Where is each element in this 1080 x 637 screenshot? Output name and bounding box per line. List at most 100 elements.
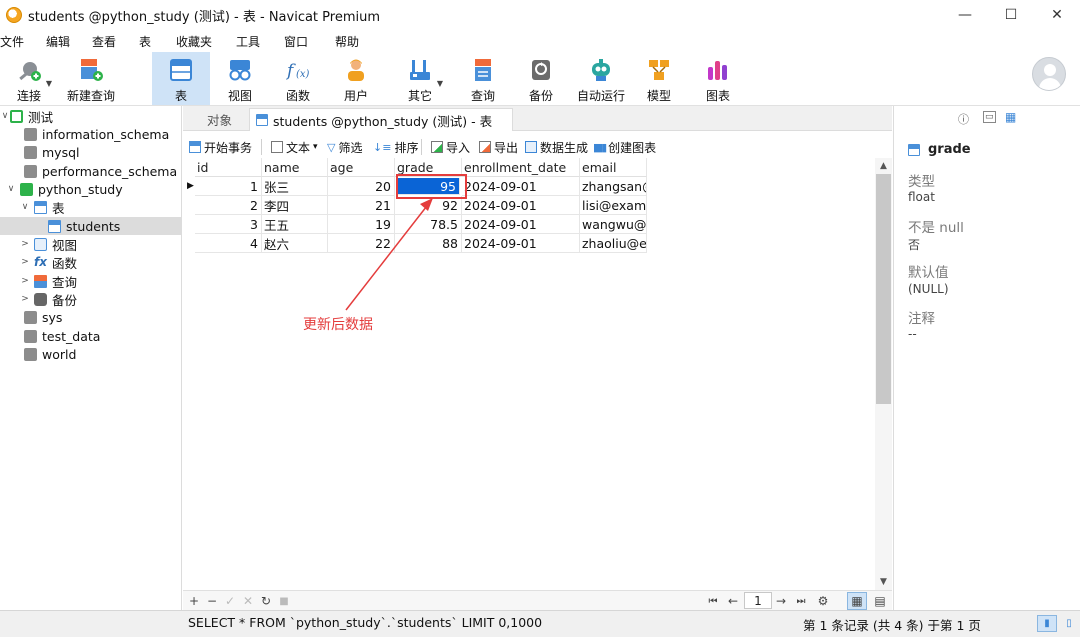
automation-button[interactable]: 自动运行	[575, 52, 627, 105]
tree-connection-test[interactable]: ∨ 测试	[0, 107, 181, 125]
filter-button[interactable]: ▽ 筛选	[327, 136, 362, 158]
tree-folder-queries[interactable]: > 查询	[0, 272, 181, 290]
scrollbar-thumb[interactable]	[876, 174, 891, 404]
column-header-id[interactable]: id	[195, 158, 262, 177]
close-button[interactable]: ✕	[1034, 0, 1080, 30]
import-button[interactable]: 导入	[431, 136, 470, 158]
table-cell[interactable]: 4	[195, 234, 262, 253]
table-button[interactable]: 表	[152, 52, 210, 105]
scroll-down-icon[interactable]: ▼	[875, 574, 892, 590]
sort-button[interactable]: ↓≡ 排序	[373, 136, 418, 158]
previous-page-button[interactable]: ←	[725, 592, 741, 610]
form-view-icon[interactable]: ▤	[871, 592, 889, 610]
function-button[interactable]: f (x) 函数	[276, 52, 320, 105]
expand-chevron-icon[interactable]: >	[20, 276, 30, 286]
last-page-button[interactable]: ⏭	[793, 592, 809, 610]
discard-changes-button[interactable]: ✕	[241, 592, 255, 610]
apply-changes-button[interactable]: ✓	[223, 592, 237, 610]
table-cell[interactable]: 张三	[262, 177, 328, 196]
column-header-age[interactable]: age	[328, 158, 395, 177]
table-cell[interactable]: 赵六	[262, 234, 328, 253]
table-cell[interactable]: zhangsan@e	[580, 177, 647, 196]
text-dropdown-icon[interactable]: ▾	[313, 142, 318, 152]
menu-help[interactable]: 帮助	[335, 33, 359, 50]
minimize-button[interactable]: —	[942, 0, 988, 30]
backup-button[interactable]: 备份	[519, 52, 563, 105]
table-cell[interactable]: 3	[195, 215, 262, 234]
menu-tools[interactable]: 工具	[236, 33, 260, 50]
tree-folder-tables[interactable]: ∨ 表	[0, 198, 181, 216]
table-cell[interactable]: 王五	[262, 215, 328, 234]
tree-db-performance-schema[interactable]: performance_schema	[0, 162, 181, 180]
expand-chevron-icon[interactable]: >	[20, 239, 30, 249]
table-cell[interactable]: 2024-09-01	[462, 234, 580, 253]
create-chart-button[interactable]: ▮▮▮ 创建图表	[593, 136, 656, 158]
grid-vertical-scrollbar[interactable]: ▲ ▼	[875, 158, 892, 590]
table-cell[interactable]: 李四	[262, 196, 328, 215]
table-cell[interactable]: 2	[195, 196, 262, 215]
table-cell[interactable]: 2024-09-01	[462, 196, 580, 215]
expand-chevron-icon[interactable]: ∨	[20, 202, 30, 212]
menu-table[interactable]: 表	[139, 33, 151, 50]
new-query-button[interactable]: 新建查询	[64, 52, 118, 105]
menu-edit[interactable]: 编辑	[46, 33, 70, 50]
tree-db-test-data[interactable]: test_data	[0, 327, 181, 345]
panel-toggle-right-icon[interactable]: ▯	[1060, 615, 1078, 632]
maximize-button[interactable]: ☐	[988, 0, 1034, 30]
tree-db-information-schema[interactable]: information_schema	[0, 125, 181, 143]
panel-toggle-left-icon[interactable]: ▮	[1037, 615, 1057, 632]
menu-file[interactable]: 文件	[0, 33, 24, 50]
expand-chevron-icon[interactable]: ∨	[0, 111, 10, 121]
data-generation-button[interactable]: 数据生成	[525, 136, 588, 158]
menu-window[interactable]: 窗口	[284, 33, 308, 50]
add-record-button[interactable]: +	[187, 592, 201, 610]
table-cell[interactable]: 1	[195, 177, 262, 196]
stop-button[interactable]: ■	[277, 592, 291, 610]
column-header-email[interactable]: email	[580, 158, 647, 177]
query-button[interactable]: 查询	[461, 52, 505, 105]
delete-record-button[interactable]: −	[205, 592, 219, 610]
connect-dropdown-icon[interactable]: ▼	[46, 79, 52, 88]
table-cell[interactable]: 2024-09-01	[462, 177, 580, 196]
view-button[interactable]: 视图	[218, 52, 262, 105]
user-avatar[interactable]	[1032, 57, 1066, 91]
tree-db-sys[interactable]: sys	[0, 308, 181, 326]
begin-transaction-button[interactable]: 开始事务	[189, 136, 252, 158]
grid-view-icon[interactable]: ▦	[847, 592, 867, 610]
menu-favorites[interactable]: 收藏夹	[176, 33, 212, 50]
tree-folder-functions[interactable]: > fx 函数	[0, 253, 181, 271]
grid-settings-button[interactable]: ⚙	[815, 592, 831, 610]
ddl-icon[interactable]: ▭	[983, 111, 996, 123]
user-button[interactable]: 用户	[334, 52, 378, 105]
first-page-button[interactable]: ⏮	[705, 592, 721, 610]
expand-chevron-icon[interactable]: >	[20, 294, 30, 304]
export-button[interactable]: 导出	[479, 136, 518, 158]
others-button[interactable]: ▼ 其它	[398, 52, 443, 105]
text-view-button[interactable]: 文本 ▾	[271, 136, 318, 158]
info-icon[interactable]: ⓘ	[958, 111, 969, 127]
tree-table-students[interactable]: students	[0, 217, 181, 235]
chart-button[interactable]: 图表	[696, 52, 740, 105]
page-number-input[interactable]: 1	[744, 592, 772, 609]
table-cell[interactable]: lisi@examp	[580, 196, 647, 215]
column-header-enrollment-date[interactable]: enrollment_date	[462, 158, 580, 177]
tree-db-mysql[interactable]: mysql	[0, 143, 181, 161]
table-cell[interactable]: zhaoliu@ex	[580, 234, 647, 253]
tree-folder-views[interactable]: > 视图	[0, 235, 181, 253]
expand-chevron-icon[interactable]: ∨	[6, 184, 16, 194]
expand-chevron-icon[interactable]: >	[20, 257, 30, 267]
layout-grid-icon[interactable]: ▦	[1005, 110, 1016, 124]
tab-students-table[interactable]: students @python_study (测试) - 表	[249, 108, 514, 131]
others-dropdown-icon[interactable]: ▼	[437, 79, 443, 88]
tree-db-python-study[interactable]: ∨ python_study	[0, 180, 181, 198]
column-header-name[interactable]: name	[262, 158, 328, 177]
connect-button[interactable]: ▼ 连接	[6, 52, 52, 105]
refresh-button[interactable]: ↻	[259, 592, 273, 610]
table-cell[interactable]: 2024-09-01	[462, 215, 580, 234]
menu-view[interactable]: 查看	[92, 33, 116, 50]
table-cell[interactable]: wangwu@e	[580, 215, 647, 234]
tree-folder-backups[interactable]: > 备份	[0, 290, 181, 308]
model-button[interactable]: 模型	[637, 52, 681, 105]
tab-objects[interactable]: 对象	[203, 108, 236, 131]
scroll-up-icon[interactable]: ▲	[875, 158, 892, 174]
